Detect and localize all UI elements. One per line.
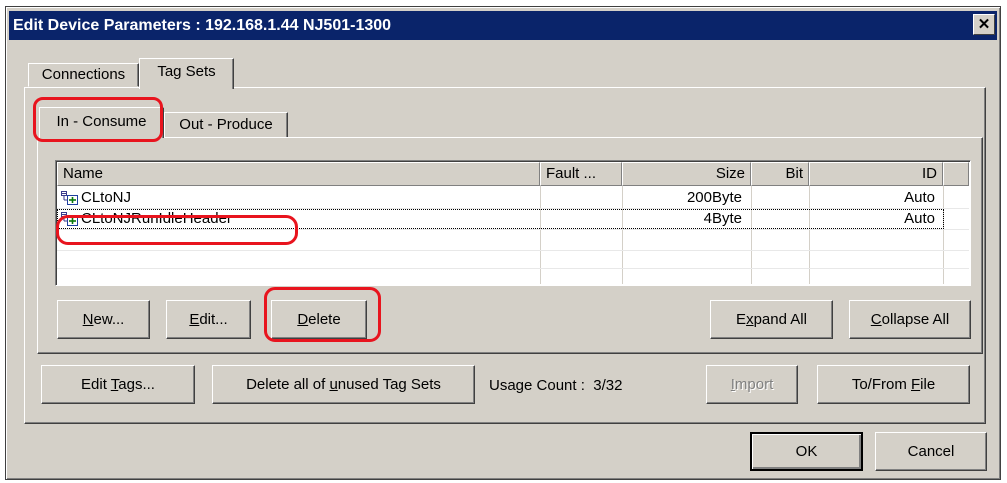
- collapse-all-button[interactable]: Collapse All: [849, 300, 971, 339]
- close-icon: ✕: [977, 16, 991, 33]
- column-header-filler: [943, 162, 969, 186]
- tag-set-icon: [61, 212, 78, 226]
- usage-count-label: Usage Count :: [489, 377, 585, 394]
- delete-unused-tag-sets-button[interactable]: Delete all of unused Tag Sets: [212, 365, 475, 404]
- usage-count-value: 3/32: [593, 377, 623, 394]
- tag-set-icon: [61, 191, 78, 205]
- column-header-fault[interactable]: Fault ...: [540, 162, 622, 186]
- grid-line: [57, 250, 969, 251]
- ok-button[interactable]: OK: [750, 432, 863, 471]
- grid-line: [57, 268, 969, 269]
- column-header-name[interactable]: Name: [57, 162, 540, 186]
- cancel-button[interactable]: Cancel: [875, 432, 987, 471]
- row-size: 4Byte: [703, 210, 742, 227]
- tab-connections[interactable]: Connections: [28, 63, 139, 87]
- to-from-file-button[interactable]: To/From File: [817, 365, 970, 404]
- tab-out-produce[interactable]: Out - Produce: [164, 112, 288, 138]
- column-header-size[interactable]: Size: [622, 162, 751, 186]
- expand-all-button[interactable]: Expand All: [710, 300, 833, 339]
- row-name: CLtoNJ: [81, 189, 132, 206]
- tab-connections-label: Connections: [41, 66, 126, 83]
- usage-count: Usage Count : 3/32: [489, 376, 622, 396]
- table-row[interactable]: CLtoNJRunIdleHeader 4Byte Auto: [57, 209, 944, 229]
- tab-out-produce-label: Out - Produce: [179, 116, 273, 133]
- import-button[interactable]: Import: [706, 365, 798, 404]
- row-name: CLtoNJRunIdleHeader: [81, 210, 232, 227]
- column-header-bit[interactable]: Bit: [751, 162, 809, 186]
- tab-in-consume[interactable]: In - Consume: [39, 107, 164, 138]
- table-row[interactable]: CLtoNJ 200Byte Auto: [57, 188, 969, 208]
- delete-button[interactable]: Delete: [271, 300, 367, 339]
- window-title: Edit Device Parameters : 192.168.1.44 NJ…: [13, 17, 392, 34]
- tab-tag-sets[interactable]: Tag Sets: [139, 58, 234, 89]
- close-button[interactable]: ✕: [973, 14, 995, 35]
- edit-button[interactable]: Edit...: [166, 300, 251, 339]
- column-header-id[interactable]: ID: [809, 162, 943, 186]
- title-bar[interactable]: Edit Device Parameters : 192.168.1.44 NJ…: [9, 11, 997, 40]
- row-id: Auto: [904, 210, 935, 227]
- tab-tag-sets-label: Tag Sets: [157, 63, 216, 80]
- row-size: 200Byte: [686, 189, 742, 206]
- tab-in-consume-label: In - Consume: [56, 113, 147, 130]
- edit-tags-button[interactable]: Edit Tags...: [41, 365, 195, 404]
- new-button[interactable]: New...: [57, 300, 150, 339]
- grid-line: [57, 229, 969, 230]
- row-id: Auto: [904, 189, 935, 206]
